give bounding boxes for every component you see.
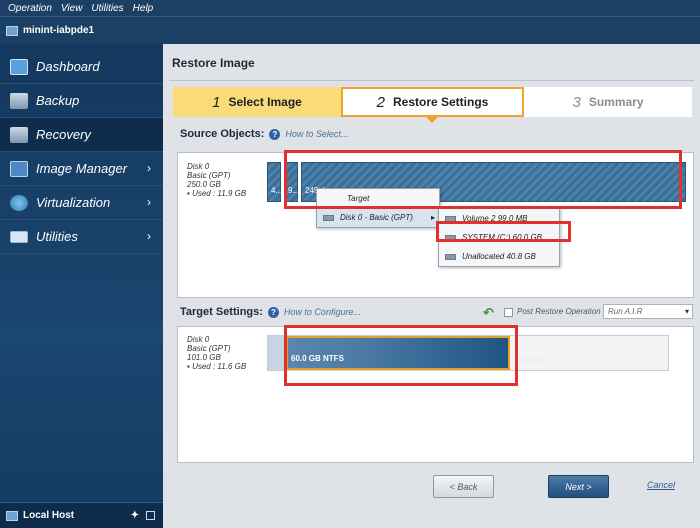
main-content: Restore Image 1 Select Image 2 Restore S… bbox=[163, 44, 700, 528]
app-icon bbox=[6, 25, 18, 36]
target-disk-info: Disk 0 Basic (GPT) 101.0 GB ▪ Used : 11.… bbox=[187, 335, 246, 371]
disk-used-value: Used : 11.9 GB bbox=[192, 189, 247, 198]
chevron-right-icon: › bbox=[147, 195, 151, 209]
divider bbox=[169, 80, 694, 81]
step-number: 1 bbox=[212, 93, 221, 111]
restore-window-icon[interactable] bbox=[146, 511, 155, 520]
sidebar-item-recovery[interactable]: Recovery bbox=[0, 118, 163, 152]
submenu: Volume 2 99.0 MB SYSTEM (C:) 60.0 GB Una… bbox=[438, 208, 560, 267]
volume-icon bbox=[445, 253, 456, 260]
step-label: Select Image bbox=[228, 95, 302, 109]
partition-block[interactable]: 9... bbox=[284, 162, 299, 202]
window-title-bar: minint-iabpde1 bbox=[0, 16, 700, 44]
disk-icon bbox=[323, 214, 334, 221]
menu-item-unallocated[interactable]: Unallocated 40.8 GB bbox=[439, 247, 559, 266]
sidebar-item-virtualization[interactable]: Virtualization › bbox=[0, 186, 163, 220]
menu-item-volume2[interactable]: Volume 2 99.0 MB bbox=[439, 209, 559, 228]
sidebar-item-utilities[interactable]: Utilities › bbox=[0, 220, 163, 254]
unallocated-label: 40.8 GB bbox=[514, 356, 544, 365]
volume-icon bbox=[445, 234, 456, 241]
menu-view[interactable]: View bbox=[61, 3, 83, 14]
step-label: Summary bbox=[588, 95, 644, 109]
local-host-label: Local Host bbox=[23, 510, 75, 521]
sidebar-item-label: Utilities bbox=[36, 229, 78, 244]
virtualization-icon bbox=[10, 194, 28, 211]
next-button[interactable]: Next > bbox=[548, 475, 609, 498]
sidebar-item-label: Virtualization bbox=[36, 195, 111, 210]
current-step-arrow-icon bbox=[426, 117, 438, 123]
disk-used-value: Used : 11.6 GB bbox=[192, 362, 247, 371]
sidebar-item-label: Dashboard bbox=[36, 59, 100, 74]
source-disk-info: Disk 0 Basic (GPT) 250.0 GB ▪ Used : 11.… bbox=[187, 162, 246, 198]
post-restore-select[interactable]: Run A.I.R ▾ bbox=[603, 304, 693, 319]
step-summary: 3 Summary bbox=[524, 87, 692, 117]
post-restore-value: Run A.I.R bbox=[608, 307, 643, 316]
sidebar-item-image-manager[interactable]: Image Manager › bbox=[0, 152, 163, 186]
menu-item-disk[interactable]: Disk 0 - Basic (GPT) ▸ bbox=[317, 208, 439, 227]
source-objects-label: Source Objects: bbox=[180, 128, 265, 140]
pin-icon[interactable]: ✦ bbox=[131, 510, 139, 521]
disk-name: Disk 0 bbox=[187, 335, 210, 344]
disk-used: ▪ Used : 11.6 GB bbox=[187, 362, 246, 371]
sidebar-item-label: Recovery bbox=[36, 127, 91, 142]
chevron-right-icon: › bbox=[147, 229, 151, 243]
post-restore-checkbox[interactable] bbox=[504, 308, 513, 317]
step-number: 3 bbox=[572, 93, 581, 111]
utilities-icon bbox=[10, 230, 28, 243]
source-objects-header: Source Objects: ? How to Select... bbox=[180, 128, 348, 140]
sidebar: Dashboard Backup Recovery Image Manager … bbox=[0, 44, 163, 528]
step-restore-settings: 2 Restore Settings bbox=[341, 87, 524, 117]
undo-icon[interactable]: ↶ bbox=[483, 305, 494, 321]
target-settings-header: Target Settings: ? How to Configure... bbox=[180, 306, 361, 318]
step-number: 2 bbox=[376, 93, 385, 111]
disk-size: 101.0 GB bbox=[187, 353, 221, 362]
post-restore-label: Post Restore Operation bbox=[517, 307, 601, 316]
disk-type: Basic (GPT) bbox=[187, 344, 231, 353]
menu-item-label: SYSTEM (C:) 60.0 GB bbox=[462, 233, 543, 242]
chevron-down-icon: ▾ bbox=[684, 307, 689, 316]
sidebar-item-backup[interactable]: Backup bbox=[0, 84, 163, 118]
sidebar-item-label: Image Manager bbox=[36, 161, 128, 176]
menu-item-system-c[interactable]: SYSTEM (C:) 60.0 GB bbox=[439, 228, 559, 247]
step-select-image: 1 Select Image bbox=[173, 87, 341, 117]
volume-icon bbox=[445, 215, 456, 222]
menu-item-target[interactable]: Target bbox=[317, 189, 439, 208]
window-title: minint-iabpde1 bbox=[23, 25, 95, 36]
menu-utilities[interactable]: Utilities bbox=[91, 3, 123, 14]
target-settings-label: Target Settings: bbox=[180, 306, 263, 318]
partition-block[interactable]: 4... bbox=[267, 162, 282, 202]
page-title: Restore Image bbox=[172, 56, 255, 70]
menu-operation[interactable]: Operation bbox=[8, 3, 52, 14]
menu-item-label: Unallocated 40.8 GB bbox=[462, 252, 536, 261]
menu-bar: Operation View Utilities Help bbox=[0, 0, 700, 16]
monitor-icon bbox=[10, 58, 28, 75]
context-menu: Target Disk 0 - Basic (GPT) ▸ bbox=[316, 188, 440, 228]
target-disk-panel: Disk 0 Basic (GPT) 101.0 GB ▪ Used : 11.… bbox=[177, 326, 694, 463]
sidebar-footer: Local Host ✦ bbox=[0, 502, 163, 528]
host-icon bbox=[6, 510, 18, 521]
submenu-arrow-icon: ▸ bbox=[430, 213, 435, 222]
back-button[interactable]: < Back bbox=[433, 475, 494, 498]
recovery-icon bbox=[10, 126, 28, 143]
disk-size: 250.0 GB bbox=[187, 180, 221, 189]
how-to-configure-link[interactable]: How to Configure... bbox=[284, 307, 361, 317]
cancel-link[interactable]: Cancel bbox=[647, 480, 675, 490]
menu-item-label: Disk 0 - Basic (GPT) bbox=[340, 213, 413, 222]
disk-used: ▪ Used : 11.9 GB bbox=[187, 189, 246, 198]
step-label: Restore Settings bbox=[392, 95, 489, 109]
menu-help[interactable]: Help bbox=[133, 3, 154, 14]
help-icon[interactable]: ? bbox=[269, 128, 281, 140]
target-partition[interactable]: 60.0 GB NTFS bbox=[286, 336, 510, 370]
image-manager-icon bbox=[10, 160, 28, 177]
help-icon[interactable]: ? bbox=[267, 306, 279, 318]
disk-type: Basic (GPT) bbox=[187, 171, 231, 180]
backup-icon bbox=[10, 92, 28, 109]
target-partition-stub bbox=[268, 336, 286, 370]
chevron-right-icon: › bbox=[147, 161, 151, 175]
how-to-select-link[interactable]: How to Select... bbox=[285, 129, 348, 139]
disk-name: Disk 0 bbox=[187, 162, 210, 171]
sidebar-item-dashboard[interactable]: Dashboard bbox=[0, 50, 163, 84]
sidebar-item-label: Backup bbox=[36, 93, 80, 108]
menu-item-label: Volume 2 99.0 MB bbox=[462, 214, 528, 223]
